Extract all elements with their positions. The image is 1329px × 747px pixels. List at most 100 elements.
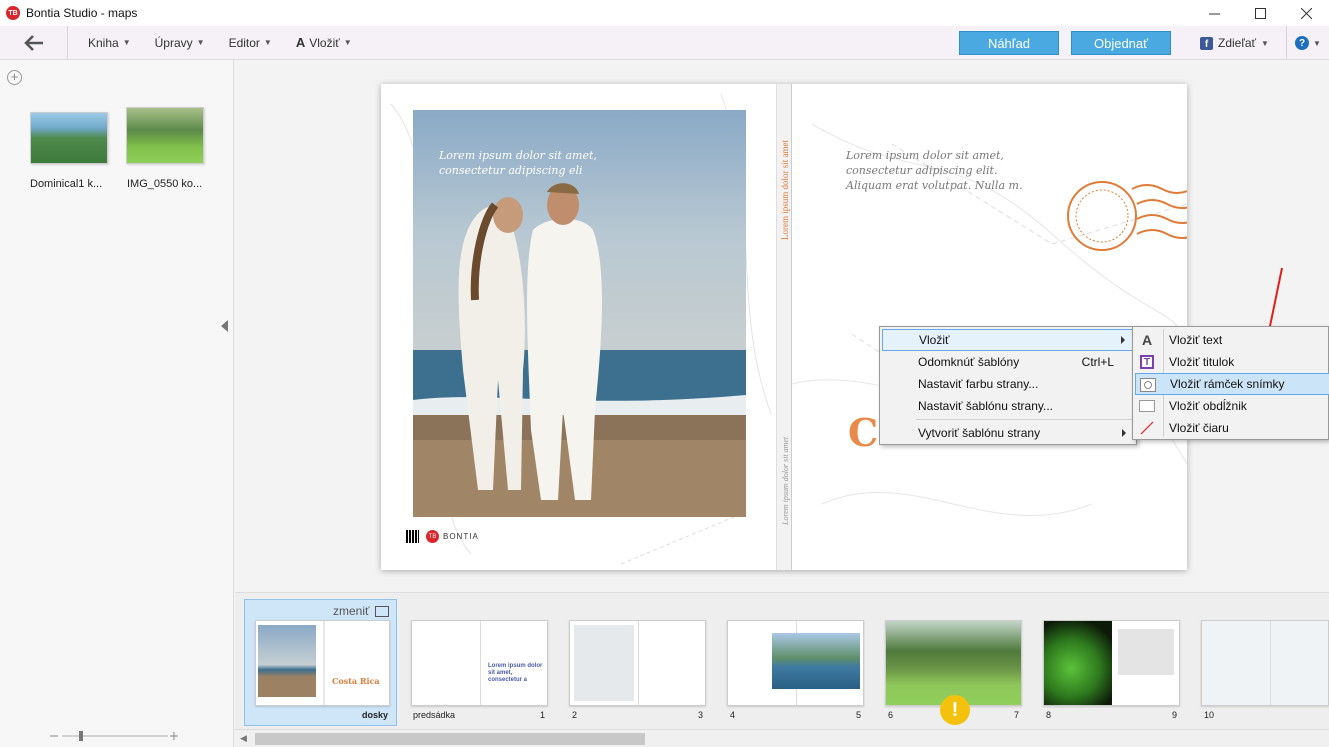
menu-vlozit[interactable]: A Vložiť ▼ — [284, 26, 364, 60]
submenu-insert-title[interactable]: T Vložiť titulok — [1135, 351, 1329, 373]
context-item-label: Vložiť — [919, 333, 950, 347]
context-item-page-template[interactable]: Nastaviť šablónu strany... — [882, 395, 1134, 417]
thumb-text: Lorem ipsum dolor sit amet, consectetur … — [488, 663, 543, 683]
thumb-label-page-9: 9 — [1172, 710, 1178, 720]
thumb-photo — [886, 621, 1021, 705]
spine-subtitle[interactable]: Lorem ipsum dolor sit amet — [781, 437, 790, 525]
thumb-label-page-1: 1 — [540, 710, 546, 720]
menu-label: Editor — [228, 35, 260, 50]
image-panel: + Dominical1 k... IMG_0550 ko... — [0, 60, 234, 747]
thumb-page-10[interactable] — [1201, 620, 1329, 706]
zoom-slider[interactable] — [50, 731, 180, 741]
qr-code-icon — [406, 530, 419, 543]
context-item-label: Odomknúť šablóny — [918, 355, 1020, 369]
thumb-page-6-7[interactable] — [885, 620, 1022, 706]
image-thumb-img0550[interactable] — [126, 107, 204, 164]
maximize-icon[interactable] — [1237, 0, 1283, 26]
image-label: IMG_0550 ko... — [127, 178, 203, 190]
caret-down-icon: ▼ — [1261, 38, 1269, 48]
submenu-insert-photo-frame[interactable]: Vložiť rámček snímky — [1135, 373, 1329, 395]
thumb-label-page-3: 3 — [698, 710, 704, 720]
order-button[interactable]: Objednať — [1071, 31, 1171, 55]
preview-button[interactable]: Náhľad — [959, 31, 1059, 55]
title-bar: TB Bontia Studio - maps — [0, 0, 1329, 26]
line-icon — [1139, 420, 1155, 436]
caret-down-icon: ▼ — [196, 38, 205, 47]
cover-text[interactable]: Lorem ipsum dolor sit amet, consectetur … — [846, 148, 1046, 193]
submenu-item-label: Vložiť čiaru — [1169, 421, 1229, 435]
menu-label: Vložiť — [309, 35, 340, 50]
thumb-page-2-3[interactable] — [569, 620, 706, 706]
window-title: Bontia Studio - maps — [26, 6, 138, 20]
photo-frame-icon — [1140, 377, 1156, 393]
context-menu: Vložiť Odomknúť šablóny Ctrl+L Nastaviť … — [879, 326, 1137, 445]
menu-label: Kniha — [88, 35, 119, 50]
caret-down-icon: ▼ — [1313, 38, 1321, 48]
submenu-arrow-icon — [1121, 336, 1125, 344]
context-item-page-color[interactable]: Nastaviť farbu strany... — [882, 373, 1134, 395]
spine-title[interactable]: Lorem ipsum dolor sit amet — [780, 140, 790, 240]
context-item-label: Vytvoriť šablónu strany — [918, 426, 1041, 440]
help-button[interactable]: ? ▼ — [1286, 26, 1321, 60]
horizontal-scrollbar[interactable]: ◀ — [235, 729, 1329, 747]
window-controls — [1191, 0, 1329, 26]
toolbar: Kniha ▼ Úpravy ▼ Editor ▼ A Vložiť ▼ Náhľad O… — [0, 25, 1329, 60]
text-icon: A — [1141, 332, 1153, 348]
share-button[interactable]: f Zdieľať ▼ — [1200, 26, 1269, 60]
context-item-unlock-templates[interactable]: Odomknúť šablóny Ctrl+L — [882, 351, 1134, 373]
thumb-label-page-8: 8 — [1046, 710, 1052, 720]
app-logo-icon: TB — [6, 6, 20, 20]
context-item-insert[interactable]: Vložiť — [882, 329, 1134, 351]
collapse-panel-icon[interactable] — [221, 320, 228, 332]
context-item-create-template[interactable]: Vytvoriť šablónu strany — [882, 422, 1134, 444]
thumb-fold — [480, 621, 481, 705]
thumb-fold — [638, 621, 639, 705]
change-label: zmeniť — [333, 604, 370, 618]
main-menu: Kniha ▼ Úpravy ▼ Editor ▼ A Vložiť ▼ — [68, 26, 364, 60]
facebook-icon: f — [1200, 36, 1213, 50]
submenu-item-label: Vložiť titulok — [1169, 355, 1235, 369]
back-button[interactable] — [0, 25, 68, 60]
help-icon: ? — [1295, 36, 1309, 50]
page-icon — [374, 606, 389, 618]
back-arrow-icon — [23, 34, 43, 51]
title-icon: T — [1139, 354, 1155, 370]
change-cover-button[interactable]: zmeniť — [333, 604, 389, 618]
caret-down-icon: ▼ — [343, 38, 352, 47]
thumb-label-page-2: 2 — [572, 710, 578, 720]
thumb-photo — [772, 633, 860, 689]
submenu-arrow-icon — [1122, 429, 1126, 437]
menu-editor[interactable]: Editor ▼ — [217, 26, 284, 60]
thumb-cover-title: Costa Rica — [332, 676, 380, 686]
thumb-page-4-5[interactable] — [727, 620, 864, 706]
add-image-icon[interactable]: + — [7, 70, 22, 85]
thumb-label-page-5: 5 — [856, 710, 862, 720]
submenu-insert-rectangle[interactable]: Vložiť obdĺžnik — [1135, 395, 1329, 417]
shortcut-label: Ctrl+L — [1081, 355, 1114, 369]
thumb-page-8-9[interactable] — [1043, 620, 1180, 706]
menu-kniha[interactable]: Kniha ▼ — [76, 26, 143, 60]
thumb-photo-placeholder — [574, 625, 634, 701]
photo-caption[interactable]: Lorem ipsum dolor sit amet, consectetur … — [439, 148, 619, 178]
close-icon[interactable] — [1283, 0, 1329, 26]
submenu-insert-text[interactable]: A Vložiť text — [1135, 329, 1329, 351]
scrollbar-thumb[interactable] — [255, 733, 645, 745]
share-label: Zdieľať — [1218, 36, 1257, 50]
submenu-insert-line[interactable]: Vložiť čiaru — [1135, 417, 1329, 439]
thumb-cover-photo — [258, 625, 316, 697]
thumb-label-endpaper: predsádka — [413, 710, 456, 720]
warning-icon[interactable]: ! — [940, 695, 970, 725]
context-item-label: Nastaviť farbu strany... — [918, 377, 1039, 391]
image-label: Dominical1 k... — [30, 178, 103, 190]
image-thumb-dominical[interactable] — [30, 112, 108, 164]
menu-upravy[interactable]: Úpravy ▼ — [143, 26, 217, 60]
bontia-logo-icon: TB — [426, 530, 439, 543]
menu-label: Úpravy — [154, 35, 193, 50]
minimize-icon[interactable] — [1191, 0, 1237, 26]
insert-submenu: A Vložiť text T Vložiť titulok Vložiť rá… — [1132, 326, 1329, 440]
cover-title-letter[interactable]: C — [848, 410, 878, 455]
submenu-item-label: Vložiť text — [1169, 333, 1223, 347]
thumb-cover[interactable]: Costa Rica — [255, 620, 390, 706]
scroll-left-icon[interactable]: ◀ — [240, 733, 247, 744]
thumb-endpaper[interactable]: Lorem ipsum dolor sit amet, consectetur … — [411, 620, 548, 706]
